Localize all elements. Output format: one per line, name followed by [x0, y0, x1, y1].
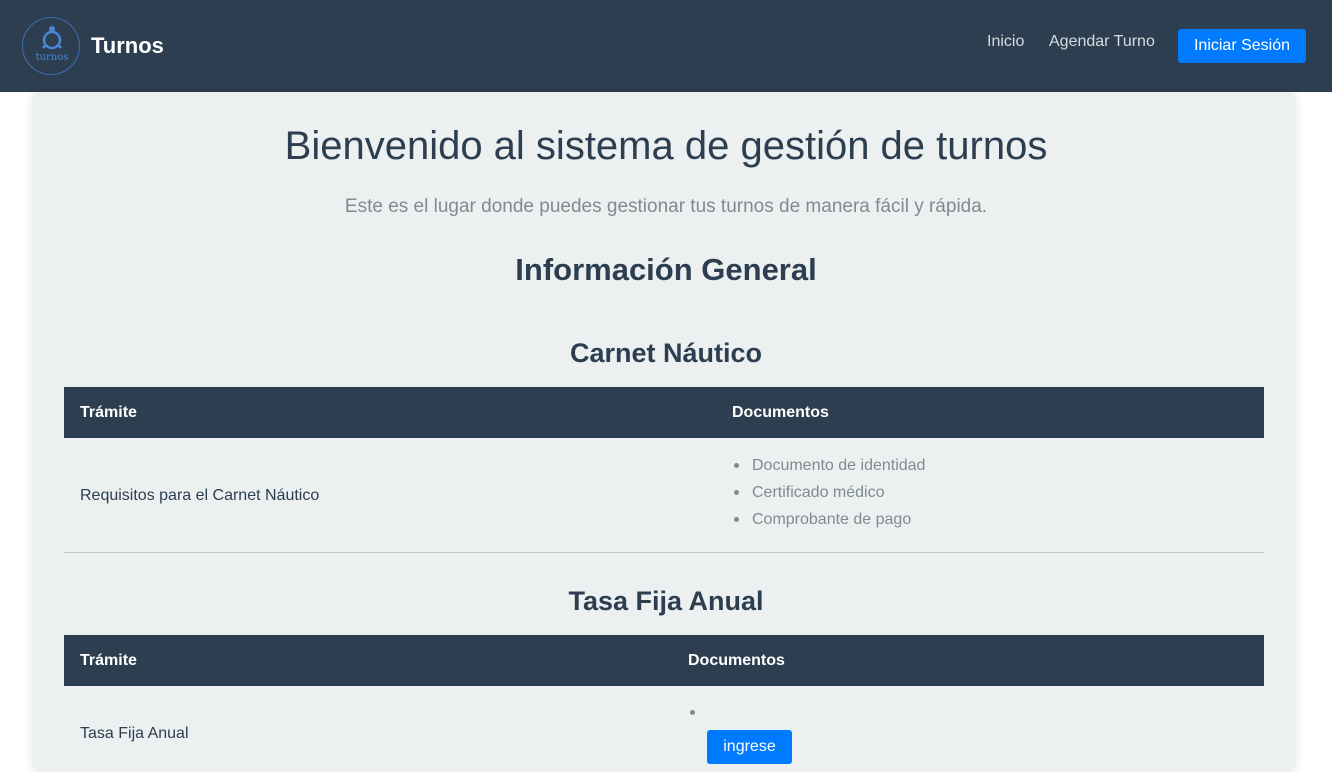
document-item: Certificado médico: [732, 483, 925, 510]
tasa-row-label: Tasa Fija Anual: [80, 725, 189, 742]
document-item: Documento de identidad: [732, 456, 925, 483]
login-button[interactable]: Iniciar Sesión: [1178, 29, 1306, 63]
nav-link-agendar-turno[interactable]: Agendar Turno: [1049, 33, 1155, 51]
list-bullet: [690, 710, 695, 715]
carnet-table-header: Trámite Documentos: [64, 387, 1264, 438]
logo-text: turnos: [35, 52, 69, 63]
logo-emblem-icon: [42, 26, 62, 50]
tasa-table-header: Trámite Documentos: [64, 635, 1264, 686]
navbar: turnos Turnos Inicio Agendar Turno Inici…: [0, 0, 1332, 92]
section-title: Información General: [515, 252, 817, 287]
document-item: Comprobante de pago: [732, 510, 925, 537]
column-header-documentos: Documentos: [688, 652, 785, 669]
column-header-tramite: Trámite: [80, 404, 137, 421]
table-row-divider: [64, 552, 1264, 553]
brand-name[interactable]: Turnos: [91, 33, 164, 59]
nav-link-inicio[interactable]: Inicio: [987, 33, 1024, 51]
column-header-tramite: Trámite: [80, 652, 137, 669]
turnos-logo[interactable]: turnos: [22, 17, 80, 75]
column-header-documentos: Documentos: [732, 404, 829, 421]
carnet-documents-list: Documento de identidad Certificado médic…: [732, 456, 925, 537]
tasa-section-title: Tasa Fija Anual: [568, 586, 764, 616]
page-title: Bienvenido al sistema de gestión de turn…: [284, 124, 1048, 168]
page-subtitle: Este es el lugar donde puedes gestionar …: [344, 196, 988, 217]
carnet-row-label: Requisitos para el Carnet Náutico: [80, 487, 320, 504]
carnet-section-title: Carnet Náutico: [569, 338, 763, 368]
ingrese-button[interactable]: ingrese: [707, 730, 792, 764]
